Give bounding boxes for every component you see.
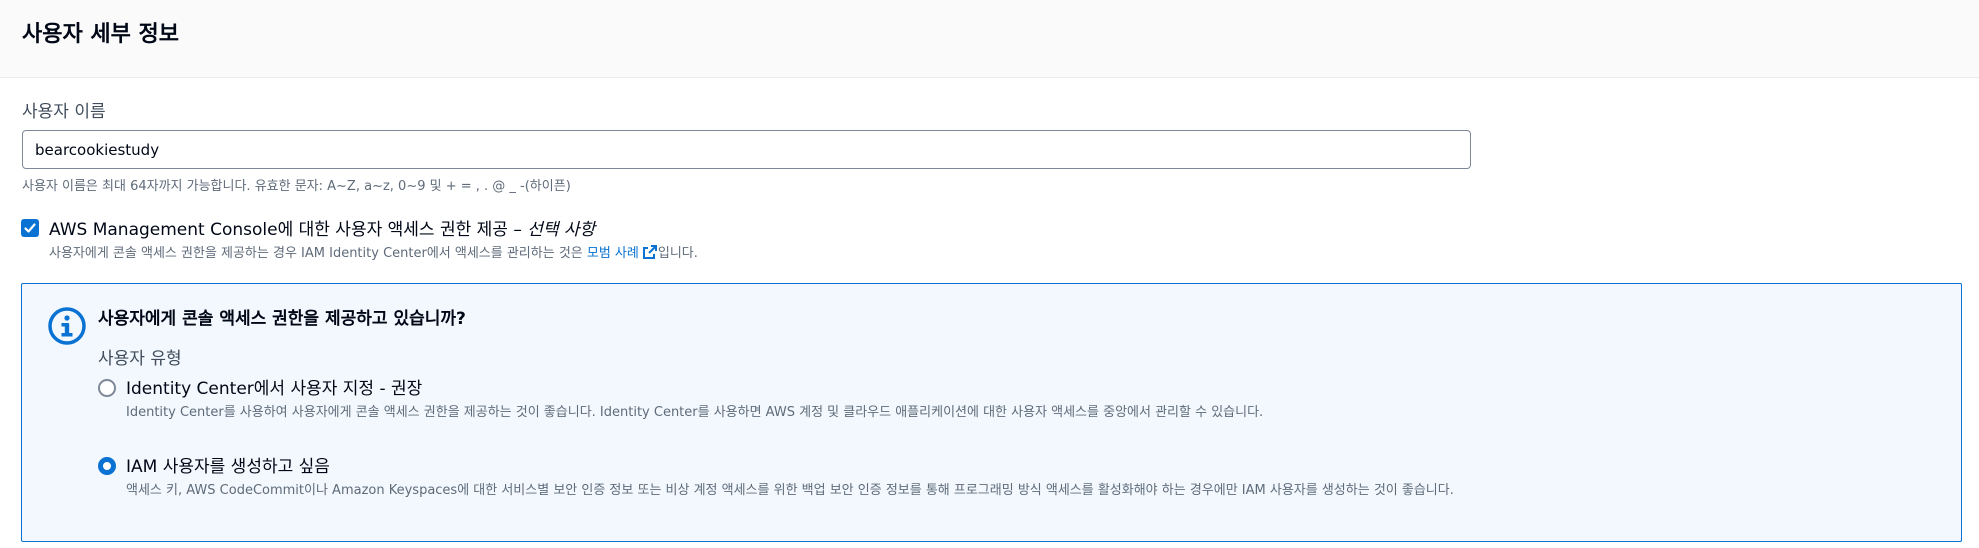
console-access-checkbox[interactable] <box>21 219 39 237</box>
radio-identity-center[interactable] <box>98 379 116 397</box>
checkmark-icon <box>24 223 36 233</box>
user-name-hint: 사용자 이름은 최대 64자까지 가능합니다. 유효한 문자: A~Z, a~z… <box>22 179 571 194</box>
info-alert: 사용자에게 콘솔 액세스 권한을 제공하고 있습니까? 사용자 유형 Ident… <box>21 283 1962 542</box>
info-title: 사용자에게 콘솔 액세스 권한을 제공하고 있습니까? <box>98 309 466 329</box>
best-practice-link[interactable]: 모범 사례 <box>586 245 658 261</box>
external-link-icon <box>642 245 657 259</box>
radio-iam-user-label[interactable]: IAM 사용자를 생성하고 싶음 <box>126 452 330 477</box>
user-type-label: 사용자 유형 <box>98 349 182 369</box>
radio-iam-user[interactable] <box>98 457 116 475</box>
console-access-description: 사용자에게 콘솔 액세스 권한을 제공하는 경우 IAM Identity Ce… <box>49 242 698 261</box>
section-header: 사용자 세부 정보 <box>0 0 1979 78</box>
radio-identity-center-label[interactable]: Identity Center에서 사용자 지정 - 권장 <box>126 374 422 399</box>
optional-tag: 선택 사항 <box>527 220 596 240</box>
radio-identity-center-description: Identity Center를 사용하여 사용자에게 콘솔 액세스 권한을 제… <box>126 405 1264 420</box>
console-access-label[interactable]: AWS Management Console에 대한 사용자 액세스 권한 제공… <box>49 215 595 240</box>
console-access-desc-suffix: 입니다. <box>657 246 698 261</box>
user-name-input[interactable] <box>22 130 1471 169</box>
console-access-desc-prefix: 사용자에게 콘솔 액세스 권한을 제공하는 경우 IAM Identity Ce… <box>49 246 587 261</box>
best-practice-link-text: 모범 사례 <box>586 246 639 261</box>
info-icon <box>48 307 86 345</box>
user-name-label: 사용자 이름 <box>22 102 106 122</box>
radio-iam-user-description: 액세스 키, AWS CodeCommit이나 Amazon Keyspaces… <box>126 483 1454 498</box>
console-access-label-text: AWS Management Console에 대한 사용자 액세스 권한 제공… <box>49 220 528 240</box>
section-title: 사용자 세부 정보 <box>22 22 179 47</box>
